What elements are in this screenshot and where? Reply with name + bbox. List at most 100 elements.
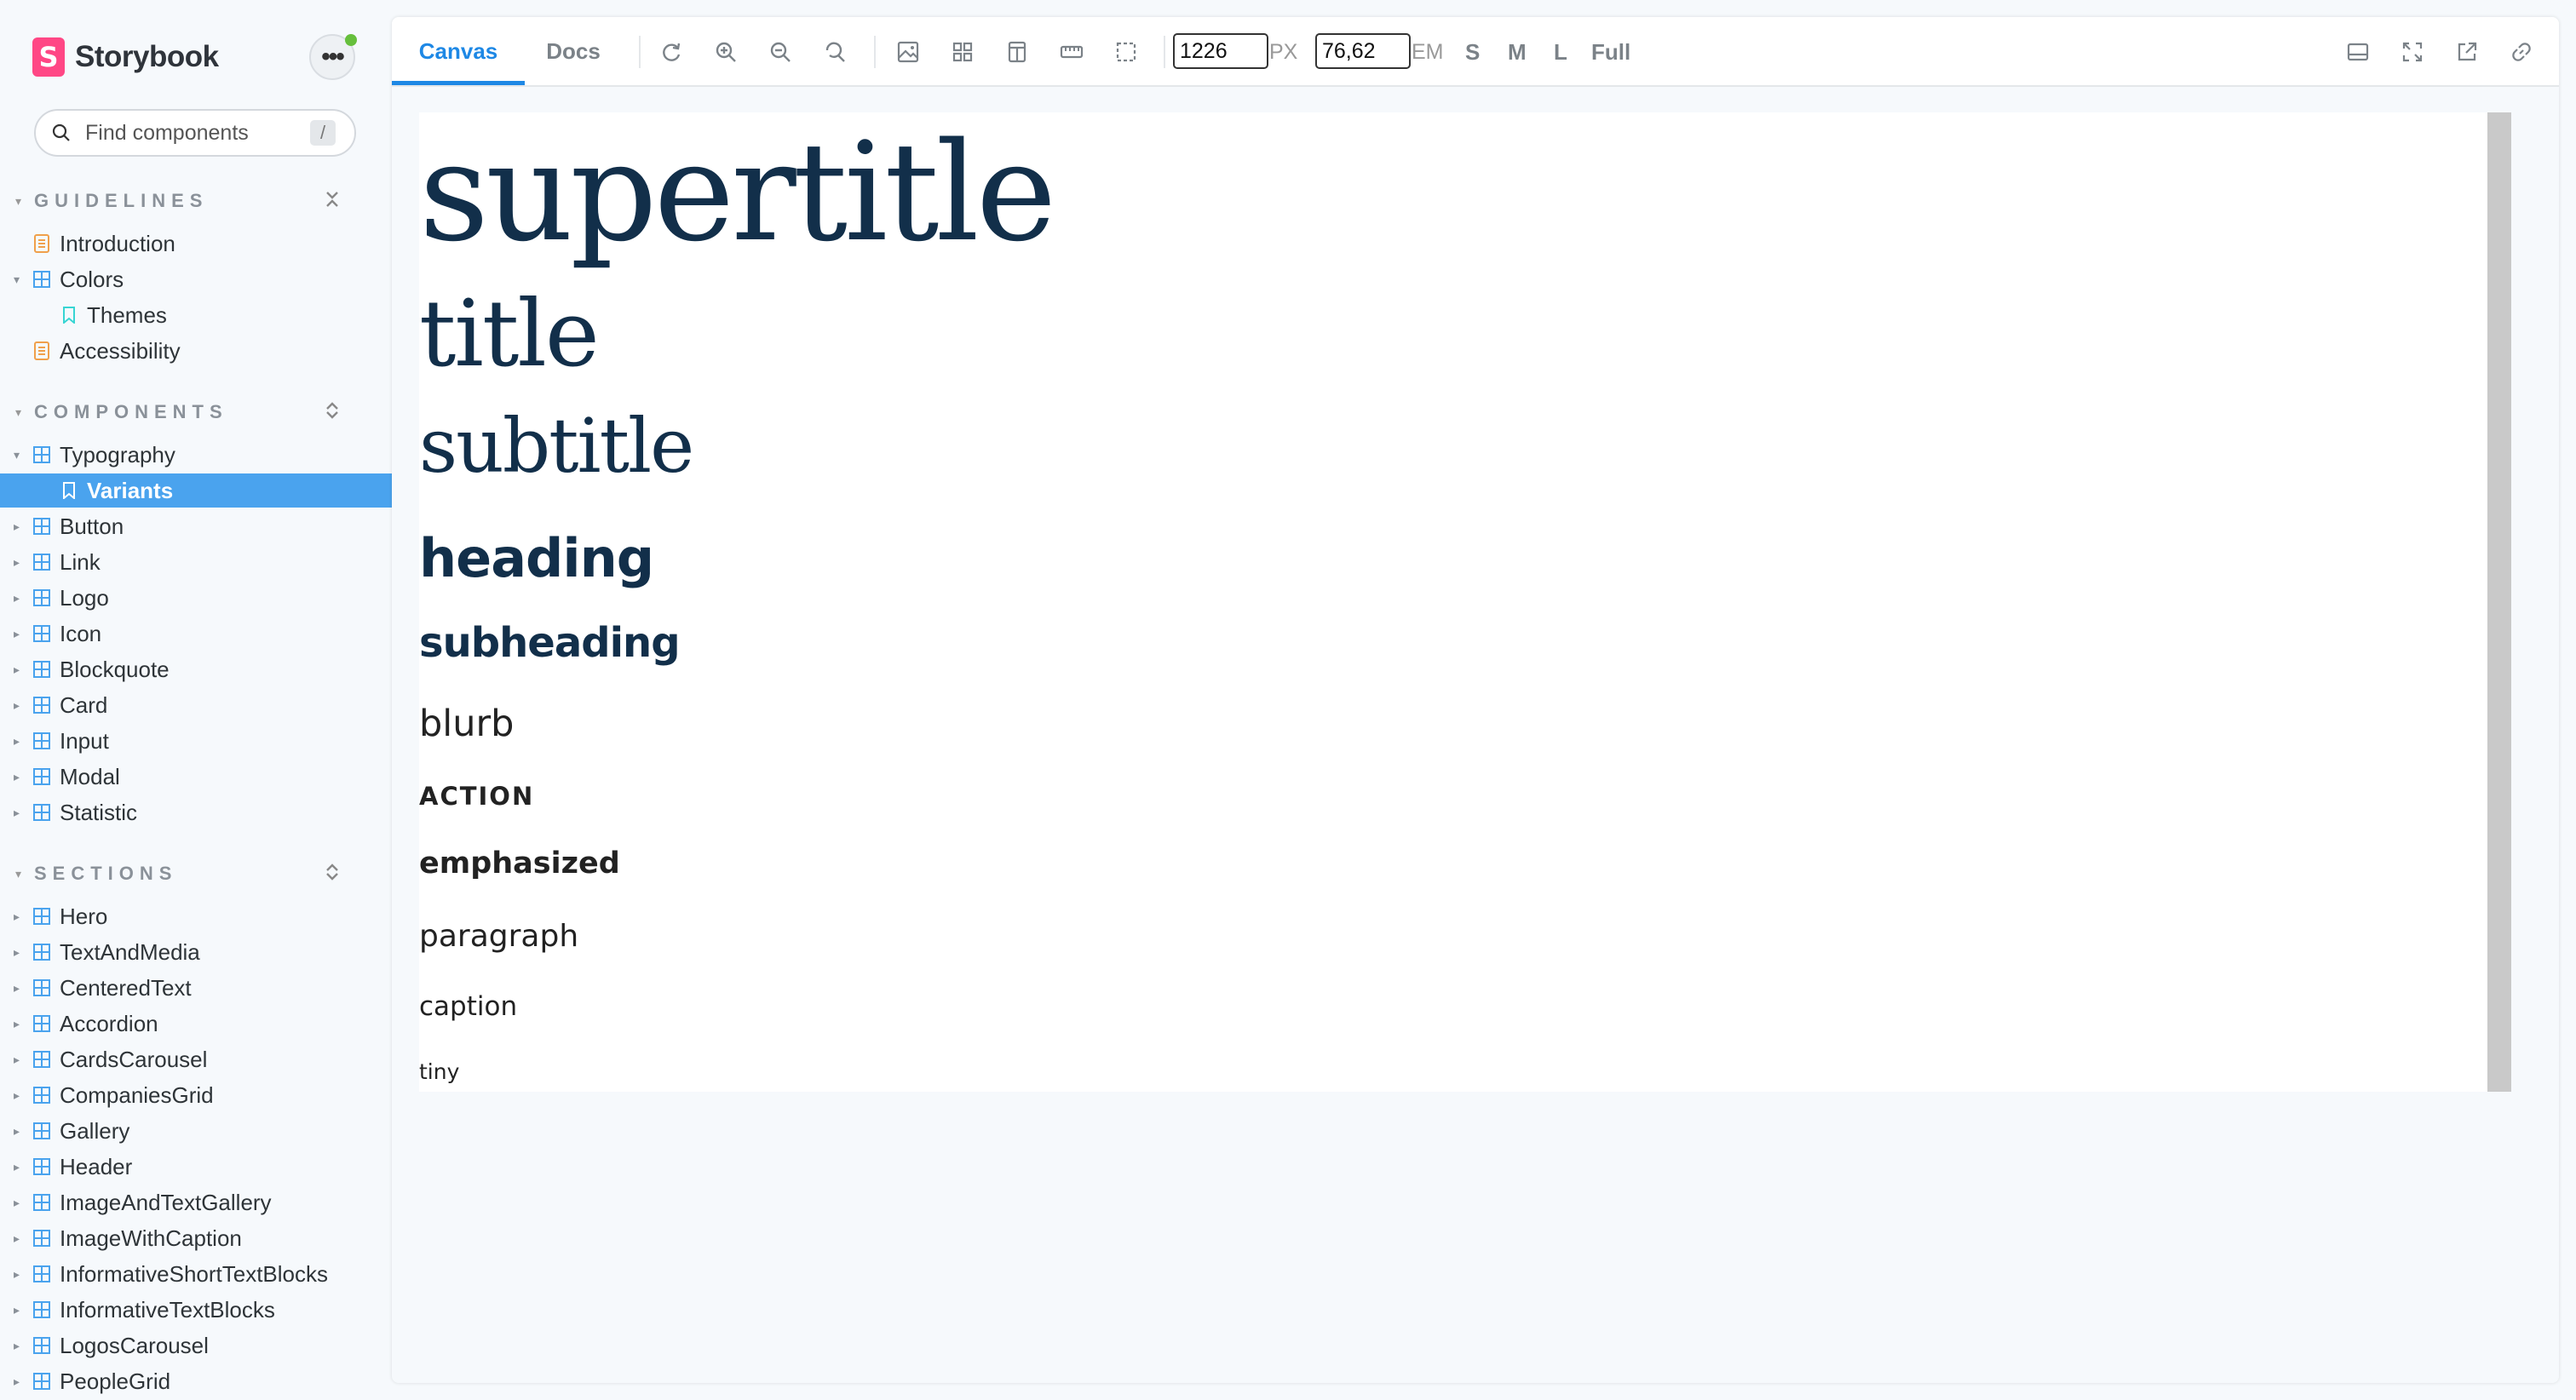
sidebar-item-label: Logo — [60, 584, 109, 611]
typography-subtitle: subtitle — [419, 402, 694, 490]
typography-emphasized: emphasized — [419, 846, 620, 881]
sidebar-item-logo[interactable]: ▸ Logo — [0, 581, 392, 615]
sidebar-item-label: TextAndMedia — [60, 938, 200, 965]
sidebar-item-header[interactable]: ▸ Header — [0, 1150, 392, 1184]
sidebar-item-modal[interactable]: ▸ Modal — [0, 760, 392, 794]
sidebar-item-gallery[interactable]: ▸ Gallery — [0, 1114, 392, 1148]
sidebar-item-accordion[interactable]: ▸ Accordion — [0, 1007, 392, 1041]
sidebar-item-label: Accordion — [60, 1010, 158, 1036]
sidebar-item-card[interactable]: ▸ Card — [0, 688, 392, 722]
zoom-in-icon[interactable] — [712, 38, 739, 66]
background-image-icon[interactable] — [894, 38, 922, 66]
sidebar-item-button[interactable]: ▸ Button — [0, 509, 392, 543]
expand-all-icon[interactable] — [324, 400, 341, 426]
collapse-all-icon[interactable] — [324, 189, 341, 215]
zoom-reset-icon[interactable] — [821, 38, 848, 66]
caret-right-icon: ▸ — [14, 1087, 20, 1102]
sidebar-item-blockquote[interactable]: ▸ Blockquote — [0, 652, 392, 686]
caret-right-icon: ▸ — [14, 554, 20, 569]
copy-link-icon[interactable] — [2508, 38, 2535, 66]
sidebar-item-informative-text-blocks[interactable]: ▸ InformativeTextBlocks — [0, 1293, 392, 1327]
sidebar-item-text-and-media[interactable]: ▸ TextAndMedia — [0, 935, 392, 969]
component-icon — [32, 1157, 51, 1176]
story-canvas: supertitle title subtitle heading subhea… — [419, 112, 2511, 1092]
grid-icon[interactable] — [949, 38, 976, 66]
outline-icon[interactable] — [1113, 38, 1140, 66]
sidebar-item-people-grid[interactable]: ▸ PeopleGrid — [0, 1364, 392, 1398]
sidebar-item-themes[interactable]: Themes — [0, 298, 392, 332]
open-new-tab-icon[interactable] — [2453, 38, 2481, 66]
sidebar-item-icon[interactable]: ▸ Icon — [0, 617, 392, 651]
tab-docs[interactable]: Docs — [525, 17, 622, 85]
em-input[interactable] — [1315, 33, 1411, 69]
sidebar-item-image-and-text-gallery[interactable]: ▸ ImageAndTextGallery — [0, 1185, 392, 1219]
component-icon — [32, 1014, 51, 1033]
component-icon — [32, 1193, 51, 1212]
caret-right-icon: ▸ — [14, 944, 20, 959]
caret-right-icon: ▸ — [14, 980, 20, 995]
sidebar-item-link[interactable]: ▸ Link — [0, 545, 392, 579]
sidebar-item-label: Hero — [60, 903, 108, 929]
toolbar-divider — [874, 36, 876, 68]
ruler-icon[interactable] — [1058, 38, 1085, 66]
component-icon — [32, 660, 51, 679]
fullscreen-icon[interactable] — [2399, 38, 2426, 66]
width-input[interactable] — [1173, 33, 1268, 69]
section-header-guidelines[interactable]: ▾ GUIDELINES — [15, 186, 356, 216]
tab-canvas[interactable]: Canvas — [392, 17, 525, 85]
size-full-button[interactable]: Full — [1591, 39, 1630, 66]
sidebar-item-informative-short-text-blocks[interactable]: ▸ InformativeShortTextBlocks — [0, 1257, 392, 1291]
brand[interactable]: S Storybook — [32, 37, 219, 77]
sidebar-item-variants[interactable]: Variants — [0, 473, 392, 508]
sidebar-item-accessibility[interactable]: Accessibility — [0, 334, 392, 368]
sidebar-item-statistic[interactable]: ▸ Statistic — [0, 795, 392, 829]
sidebar-item-label: Colors — [60, 266, 124, 292]
typography-tiny: tiny — [419, 1059, 460, 1084]
expand-all-icon[interactable] — [324, 862, 341, 887]
caret-down-icon: ▾ — [14, 272, 20, 286]
sidebar-item-logos-carousel[interactable]: ▸ LogosCarousel — [0, 1328, 392, 1363]
typography-title: title — [419, 281, 600, 387]
sidebar-item-label: Icon — [60, 620, 102, 646]
panel-toggle-icon[interactable] — [2344, 38, 2372, 66]
section-header-sections[interactable]: ▾ SECTIONS — [15, 858, 356, 889]
section-header-components[interactable]: ▾ COMPONENTS — [15, 397, 356, 427]
caret-down-icon: ▾ — [15, 193, 22, 208]
component-icon — [32, 1122, 51, 1140]
sidebar-item-label: Blockquote — [60, 656, 170, 682]
size-small-button[interactable]: S — [1465, 39, 1480, 66]
component-icon — [32, 1300, 51, 1319]
section-label: SECTIONS — [34, 863, 178, 884]
sidebar-item-label: Variants — [87, 477, 174, 503]
sidebar: S Storybook ••• / ▾ GUIDELINES Introduct… — [0, 0, 392, 1400]
sidebar-item-centered-text[interactable]: ▸ CenteredText — [0, 971, 392, 1005]
zoom-out-icon[interactable] — [767, 38, 794, 66]
document-icon — [32, 341, 51, 360]
canvas-scrollbar[interactable] — [2487, 112, 2511, 1092]
sidebar-item-colors[interactable]: ▾ Colors — [0, 262, 392, 296]
sidebar-item-input[interactable]: ▸ Input — [0, 724, 392, 758]
sidebar-item-cards-carousel[interactable]: ▸ CardsCarousel — [0, 1042, 392, 1076]
sidebar-item-label: Themes — [87, 301, 167, 328]
size-medium-button[interactable]: M — [1508, 39, 1527, 66]
reload-icon[interactable] — [658, 38, 685, 66]
caret-down-icon: ▾ — [14, 447, 20, 462]
component-icon — [32, 943, 51, 961]
sidebar-item-companies-grid[interactable]: ▸ CompaniesGrid — [0, 1078, 392, 1112]
size-large-button[interactable]: L — [1554, 39, 1567, 66]
component-icon — [32, 1372, 51, 1391]
sidebar-item-label: Statistic — [60, 799, 138, 825]
sidebar-item-typography[interactable]: ▾ Typography — [0, 438, 392, 472]
sidebar-item-label: Accessibility — [60, 337, 181, 364]
search-input[interactable] — [83, 119, 300, 146]
section-label: GUIDELINES — [34, 190, 209, 211]
sidebar-item-introduction[interactable]: Introduction — [0, 227, 392, 261]
sidebar-item-image-with-caption[interactable]: ▸ ImageWithCaption — [0, 1221, 392, 1255]
sidebar-item-label: InformativeTextBlocks — [60, 1296, 275, 1323]
sidebar-item-label: CardsCarousel — [60, 1046, 208, 1072]
toolbar-divider — [639, 36, 641, 68]
sidebar-item-hero[interactable]: ▸ Hero — [0, 899, 392, 933]
caret-right-icon: ▸ — [14, 1266, 20, 1281]
search-box[interactable]: / — [34, 109, 356, 157]
mobile-view-icon[interactable] — [1003, 38, 1031, 66]
